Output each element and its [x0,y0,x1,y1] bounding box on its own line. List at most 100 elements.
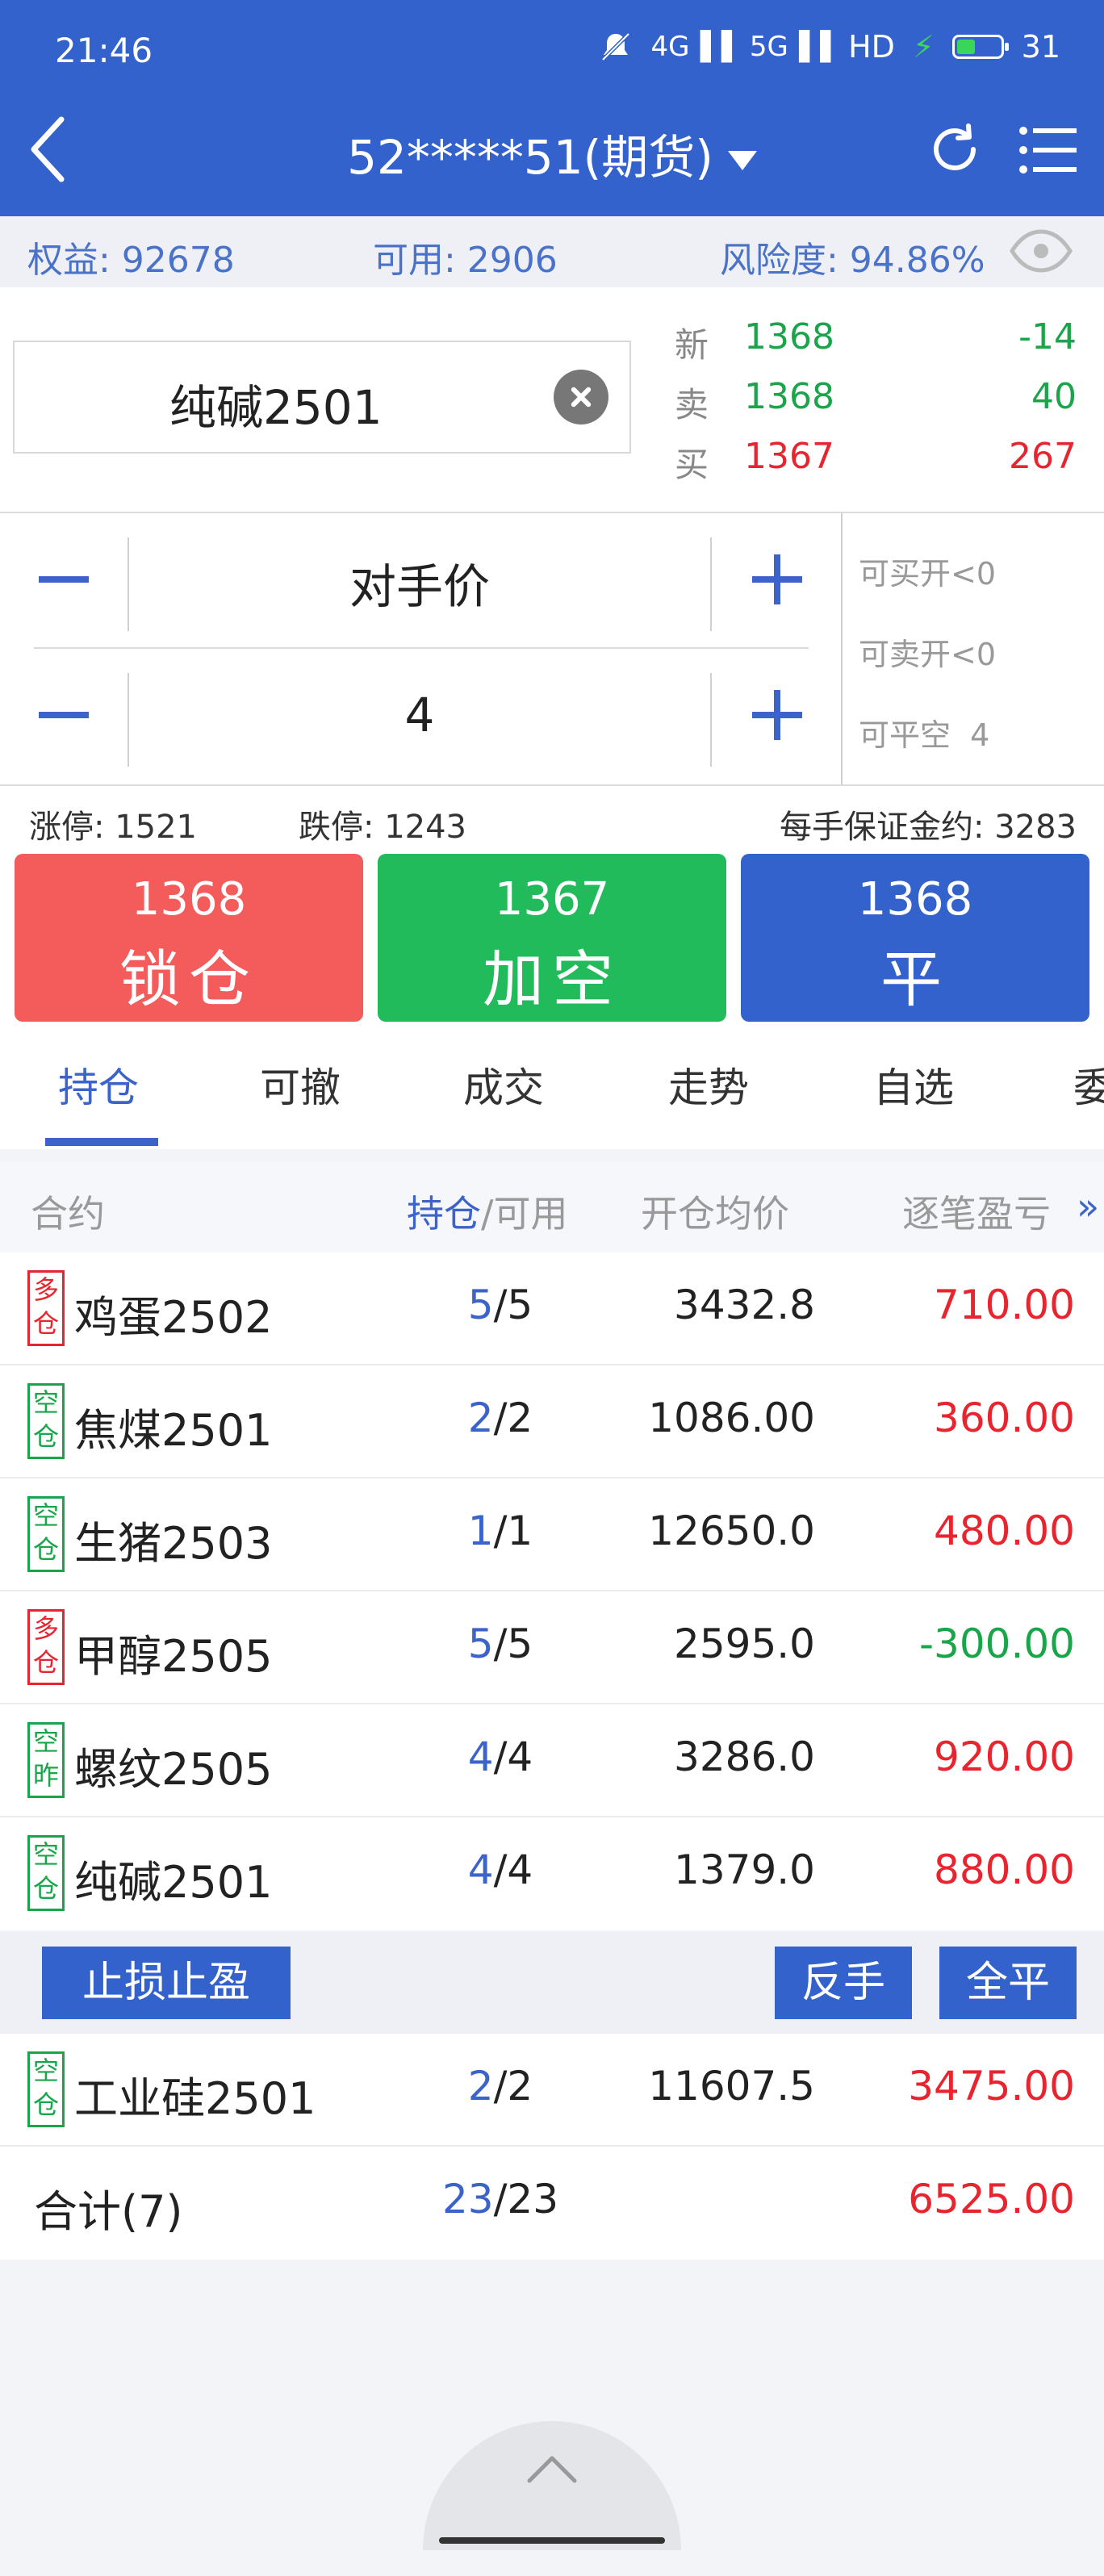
tab-watchlist[interactable]: 自选 [873,1056,954,1114]
table-row[interactable]: 空仓 工业硅2501 2/2 11607.5 3475.00 [0,2034,1104,2147]
charging-icon: ⚡ [912,29,935,65]
lock-position-button[interactable]: 1368 锁仓 [15,854,363,1022]
tab-positions[interactable]: 持仓 [58,1056,139,1114]
position-cell: 4/4 [467,1846,533,1893]
contract-cell: 鸡蛋2502 [74,1292,273,1343]
can-sell-open: 可卖开<0 [859,637,997,672]
close-label: 平 [880,943,950,1015]
tab-orders[interactable]: 委 [1073,1056,1104,1114]
avg-price-cell: 1379.0 [674,1846,815,1893]
contract-name: 纯碱2501 [169,380,383,435]
price-minus-button[interactable] [39,576,89,583]
position-cell: 2/2 [467,1395,533,1441]
table-row[interactable]: 多仓 鸡蛋2502 5/5 3432.8 710.00 [0,1252,1104,1365]
short-position-badge: 空仓 [27,1835,65,1911]
total-position: 23/23 [441,2176,559,2223]
tab-trend[interactable]: 走势 [668,1056,749,1114]
close-price: 1368 [857,873,973,926]
price-plus-button[interactable] [752,554,802,604]
add-short-button[interactable]: 1367 加空 [378,854,726,1022]
table-total-row: 合计(7) 23/23 6525.00 [0,2147,1104,2260]
signal-5g-icon: 5G▐▐ [749,31,831,63]
table-row[interactable]: 多仓 甲醇2505 5/5 2595.0 -300.00 [0,1591,1104,1704]
col-position[interactable]: 持仓/可用 [407,1185,568,1238]
avg-price-cell: 2595.0 [674,1620,815,1667]
total-pnl: 6525.00 [908,2176,1075,2223]
available-text: 可用: 2906 [373,240,558,281]
avg-price-cell: 11607.5 [648,2063,815,2110]
reverse-button[interactable]: 反手 [775,1947,912,2019]
quote-ask-price: 1368 [744,376,834,417]
status-time: 21:46 [55,31,153,70]
position-cell: 5/5 [467,1620,533,1667]
contract-cell: 纯碱2501 [74,1857,273,1908]
col-contract: 合约 [31,1192,105,1236]
divider [34,647,809,649]
stop-loss-take-profit-button[interactable]: 止损止盈 [42,1947,291,2019]
signal-4g-icon: 4G▐▐ [650,31,732,63]
avg-price-cell: 3432.8 [674,1282,815,1328]
active-tab-indicator [45,1138,158,1146]
menu-list-icon[interactable] [1018,124,1077,176]
hd-label: HD [848,29,895,65]
quote-label-ask: 卖 [675,385,709,424]
quote-last-price: 1368 [744,316,834,358]
add-short-label: 加空 [483,943,621,1015]
can-buy-open: 可买开<0 [859,556,997,592]
mute-bell-icon [600,32,630,61]
quote-bid-volume: 267 [1009,436,1077,477]
quantity-plus-button[interactable] [752,690,802,740]
pnl-cell: 3475.00 [908,2063,1075,2110]
table-row-selected[interactable]: 空仓 纯碱2501 4/4 1379.0 880.00 [0,1817,1104,1930]
limit-down: 跌停: 1243 [299,809,466,846]
chevron-up-icon[interactable] [523,2450,581,2486]
short-position-badge: 空仓 [27,2051,65,2127]
divider [841,513,843,784]
tab-cancellable[interactable]: 可撤 [260,1056,341,1114]
contract-cell: 工业硅2501 [74,2073,316,2124]
close-position-button[interactable]: 1368 平 [741,854,1089,1022]
pnl-cell: 710.00 [934,1282,1075,1328]
page-title: 52*****51(期货) [347,130,713,185]
home-indicator[interactable] [439,2537,665,2544]
avg-price-cell: 12650.0 [648,1508,815,1554]
refresh-icon[interactable] [926,121,983,178]
quantity-minus-button[interactable] [39,712,89,718]
expand-columns-icon[interactable]: » [1077,1185,1099,1228]
table-row[interactable]: 空仓 焦煤2501 2/2 1086.00 360.00 [0,1365,1104,1478]
pnl-cell: 360.00 [934,1395,1075,1441]
pnl-cell: 480.00 [934,1508,1075,1554]
table-row[interactable]: 空昨 螺纹2505 4/4 3286.0 920.00 [0,1704,1104,1817]
clear-icon[interactable] [554,370,608,424]
pnl-cell: 920.00 [934,1733,1075,1780]
quote-ask-volume: 40 [1031,376,1077,417]
long-position-badge: 多仓 [27,1270,65,1346]
long-position-badge: 多仓 [27,1609,65,1685]
short-position-badge: 空仓 [27,1496,65,1572]
contract-cell: 焦煤2501 [74,1405,273,1456]
status-icons: 4G▐▐ 5G▐▐ HD ⚡ 31 [598,29,1060,65]
lock-price: 1368 [131,873,247,926]
price-type-selector[interactable]: 对手价 [129,549,710,617]
quote-label-last: 新 [675,325,709,365]
pnl-cell: 880.00 [934,1846,1075,1893]
short-yesterday-badge: 空昨 [27,1722,65,1798]
close-all-button[interactable]: 全平 [939,1947,1077,2019]
pnl-cell: -300.00 [919,1620,1075,1667]
position-cell: 2/2 [467,2063,533,2110]
col-avg-price: 开仓均价 [641,1192,789,1236]
short-position-badge: 空仓 [27,1383,65,1459]
tab-trades[interactable]: 成交 [463,1056,544,1114]
divider [710,537,712,631]
col-pnl[interactable]: 逐笔盈亏 [902,1185,1051,1238]
limit-up: 涨停: 1521 [29,809,197,846]
table-row[interactable]: 空仓 生猪2503 1/1 12650.0 480.00 [0,1478,1104,1591]
add-short-price: 1367 [494,873,610,926]
avg-price-cell: 3286.0 [674,1733,815,1780]
expand-panel-handle[interactable] [423,2421,681,2550]
equity-text: 权益: 92678 [27,240,235,281]
contract-cell: 生猪2503 [74,1518,273,1569]
eye-icon[interactable] [1009,226,1073,276]
quantity-input[interactable]: 4 [129,688,710,742]
account-summary: 权益: 92678 可用: 2906 风险度: 94.86% [0,216,1104,287]
